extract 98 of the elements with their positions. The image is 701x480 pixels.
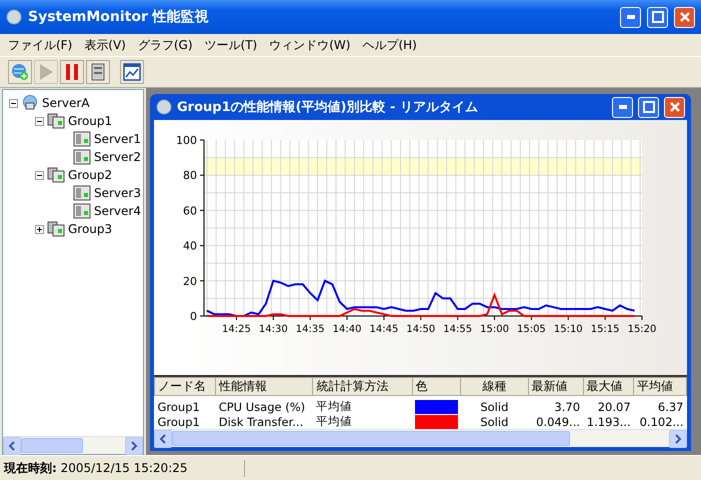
scroll-right-icon[interactable]: [674, 434, 682, 444]
table-cell: 20.07: [598, 400, 631, 414]
toolbar-button[interactable]: [86, 60, 110, 84]
x-tick-label: 14:35: [296, 324, 325, 335]
column-header[interactable]: 性能情報: [216, 378, 313, 396]
server-group-icon: [47, 167, 65, 183]
scroll-left-icon[interactable]: [8, 440, 16, 450]
scroll-left-icon[interactable]: [159, 434, 167, 444]
app-icon: [156, 99, 172, 115]
x-tick-label: 15:15: [590, 324, 620, 335]
table-cell: Group1: [158, 414, 200, 428]
maximize-icon: [642, 101, 654, 113]
server-icon: [73, 131, 91, 147]
toolbar-button[interactable]: [120, 60, 144, 84]
x-tick-label: 15:10: [554, 324, 583, 335]
x-tick-label: 15:05: [516, 324, 546, 335]
server-icon: [73, 203, 91, 219]
table-cell: Disk Transfer...: [218, 414, 304, 428]
expand-icon[interactable]: [35, 224, 44, 234]
table-cell: 0.049...: [536, 414, 580, 428]
menu-item[interactable]: 表示(V): [78, 36, 132, 54]
network-icon: [21, 95, 39, 111]
table-cell: 0.102...: [640, 414, 684, 428]
play-icon: [38, 63, 54, 81]
collapse-icon[interactable]: [35, 170, 44, 180]
x-tick-label: 14:45: [370, 324, 398, 335]
window-title: Group1の性能情報(平均値)別比較 - リアルタイム: [177, 99, 479, 116]
x-tick-label: 15:00: [480, 324, 509, 335]
y-tick-label: 40: [183, 240, 197, 253]
table-cell: 平均値: [316, 414, 352, 428]
close-icon: [678, 11, 690, 23]
window-title: SystemMonitor 性能監視: [28, 8, 210, 26]
scrollbar-thumb[interactable]: [21, 438, 84, 453]
x-tick-label: 14:30: [258, 324, 288, 335]
tree-item[interactable]: Server1: [94, 132, 141, 146]
column-header[interactable]: 線種: [460, 378, 528, 396]
maximize-button[interactable]: [647, 6, 668, 28]
maximize-button[interactable]: [638, 96, 659, 118]
minimize-icon: [626, 15, 634, 19]
column-header[interactable]: 色: [412, 378, 461, 396]
server-group-icon: [47, 221, 65, 237]
server-icon: [90, 63, 106, 81]
menu-item[interactable]: グラフ(G): [132, 36, 199, 54]
x-tick-label: 14:40: [332, 324, 362, 335]
toolbar-button[interactable]: [8, 60, 32, 84]
table-cell: CPU Usage (%): [218, 400, 306, 414]
y-tick-label: 100: [176, 134, 197, 147]
pause-icon: [64, 63, 80, 81]
menu-item[interactable]: ファイル(F): [2, 36, 78, 54]
y-tick-label: 60: [183, 204, 197, 218]
table-cell: 3.70: [554, 400, 580, 414]
column-header[interactable]: 統計計算方法: [312, 378, 412, 396]
toolbar-button[interactable]: [60, 60, 84, 84]
maximize-icon: [652, 11, 664, 23]
column-header[interactable]: 最大値: [583, 378, 634, 396]
menu-item[interactable]: ヘルプ(H): [356, 36, 423, 54]
column-header[interactable]: ノード名: [154, 378, 216, 396]
column-header[interactable]: 最新値: [528, 378, 584, 396]
server-icon: [73, 149, 91, 165]
x-tick-label: 14:55: [443, 324, 472, 335]
menu-item[interactable]: ツール(T): [198, 36, 264, 54]
minimize-icon: [618, 105, 626, 109]
collapse-icon[interactable]: [35, 116, 44, 126]
close-icon: [668, 101, 680, 113]
column-header[interactable]: 平均値: [634, 378, 686, 396]
y-tick-label: 0: [190, 310, 197, 323]
server-group-icon: [47, 113, 65, 129]
app-icon: [6, 9, 22, 25]
globe-add-icon: [11, 63, 29, 81]
table-cell: Solid: [480, 400, 508, 414]
close-button[interactable]: [674, 6, 695, 28]
tree-item[interactable]: Server3: [94, 186, 141, 200]
x-tick-label: 14:25: [222, 324, 251, 335]
y-tick-label: 80: [183, 169, 197, 182]
table-cell: Group1: [158, 400, 200, 414]
scrollbar-thumb[interactable]: [172, 431, 570, 446]
minimize-button[interactable]: [612, 96, 633, 118]
table-cell: Solid: [480, 414, 508, 428]
tree-item[interactable]: Group3: [68, 222, 112, 236]
server-icon: [73, 185, 91, 201]
table-cell: 6.37: [658, 400, 684, 414]
minimize-button[interactable]: [620, 6, 641, 28]
tree-item[interactable]: Server2: [94, 150, 141, 164]
chart-icon: [123, 63, 141, 81]
table-cell: 1.193...: [586, 414, 631, 428]
x-tick-label: 15:20: [628, 324, 656, 335]
menu-item[interactable]: ウィンドウ(W): [263, 36, 356, 54]
collapse-icon[interactable]: [9, 98, 18, 108]
close-button[interactable]: [664, 96, 685, 118]
scroll-right-icon[interactable]: [130, 440, 138, 450]
table-cell: 平均値: [316, 399, 352, 413]
x-tick-label: 14:50: [406, 324, 436, 335]
status-text: 現在時刻: 2005/12/15 15:20:25: [0, 460, 245, 476]
tree-item[interactable]: Server4: [94, 204, 141, 218]
y-tick-label: 20: [183, 274, 197, 288]
tree-item[interactable]: Group1: [68, 114, 112, 128]
tree-item[interactable]: ServerA: [42, 96, 90, 110]
tree-item[interactable]: Group2: [68, 168, 112, 182]
